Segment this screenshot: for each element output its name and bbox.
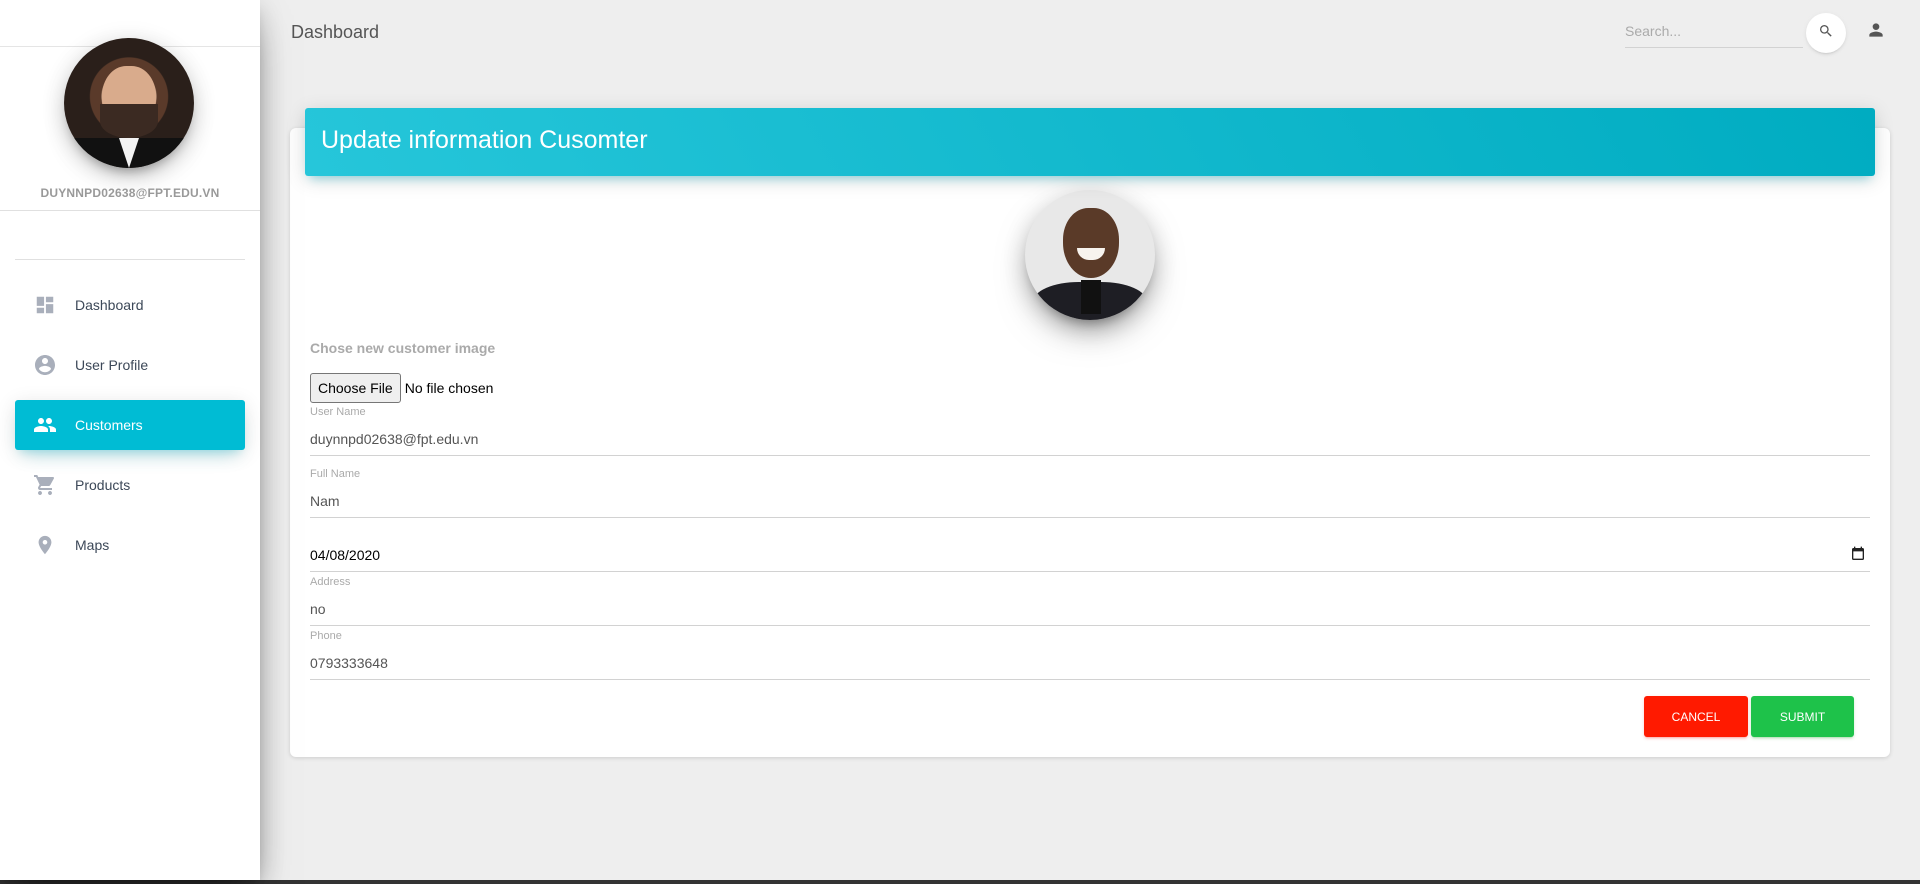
- fullname-label: Full Name: [310, 468, 361, 480]
- file-status: No file chosen: [404, 380, 494, 396]
- sidebar: DUYNNPD02638@FPT.EDU.VN Dashboard User P…: [0, 0, 260, 880]
- field-underline: [310, 679, 1870, 680]
- page-title: Dashboard: [291, 22, 380, 42]
- sidebar-item-label: Dashboard: [75, 297, 144, 313]
- phone-field[interactable]: 0793333648: [310, 655, 388, 671]
- card-title: Update information Cusomter: [321, 126, 648, 154]
- window-bottom-edge: [0, 880, 1920, 884]
- username-label: User Name: [310, 406, 366, 418]
- card-header: Update information Cusomter: [305, 108, 1875, 176]
- birthday-field[interactable]: 04/08/2020: [310, 547, 380, 563]
- shopping-cart-icon: [33, 473, 57, 497]
- user-avatar[interactable]: [64, 38, 194, 168]
- image-upload-label: Chose new customer image: [310, 340, 496, 356]
- phone-label: Phone: [310, 630, 342, 642]
- dashboard-icon: [33, 293, 57, 317]
- sidebar-item-products[interactable]: Products: [15, 460, 245, 510]
- sidebar-divider: [0, 210, 260, 211]
- choose-file-button[interactable]: Choose File: [310, 373, 401, 403]
- calendar-icon[interactable]: [1850, 546, 1866, 567]
- search-icon: [1818, 23, 1834, 44]
- username-field[interactable]: duynnpd02638@fpt.edu.vn: [310, 431, 478, 447]
- customer-avatar: [1025, 190, 1155, 320]
- field-underline: [310, 625, 1870, 626]
- field-underline: [310, 455, 1870, 456]
- address-field[interactable]: no: [310, 601, 326, 617]
- address-label: Address: [310, 576, 351, 588]
- user-email: DUYNNPD02638@FPT.EDU.VN: [40, 186, 220, 200]
- sidebar-item-customers[interactable]: Customers: [15, 400, 245, 450]
- sidebar-item-label: Maps: [75, 537, 110, 553]
- people-icon: [33, 413, 57, 437]
- search-input[interactable]: [1625, 14, 1803, 48]
- person-icon: [1866, 20, 1886, 45]
- sidebar-divider: [15, 259, 245, 260]
- sidebar-item-label: Products: [75, 477, 131, 493]
- location-pin-icon: [33, 533, 57, 557]
- cancel-button[interactable]: CANCEL: [1644, 696, 1748, 737]
- sidebar-item-dashboard[interactable]: Dashboard: [15, 280, 245, 330]
- sidebar-item-label: User Profile: [75, 357, 149, 373]
- file-input[interactable]: Choose File No file chosen: [310, 373, 493, 403]
- sidebar-item-user-profile[interactable]: User Profile: [15, 340, 245, 390]
- submit-button[interactable]: SUBMIT: [1751, 696, 1854, 737]
- sidebar-item-maps[interactable]: Maps: [15, 520, 245, 570]
- account-circle-icon: [33, 353, 57, 377]
- fullname-field[interactable]: Nam: [310, 493, 340, 509]
- user-menu-button[interactable]: [1864, 20, 1888, 44]
- search-button[interactable]: [1806, 13, 1846, 53]
- field-underline: [310, 571, 1870, 572]
- sidebar-item-label: Customers: [75, 417, 143, 433]
- field-underline: [310, 517, 1870, 518]
